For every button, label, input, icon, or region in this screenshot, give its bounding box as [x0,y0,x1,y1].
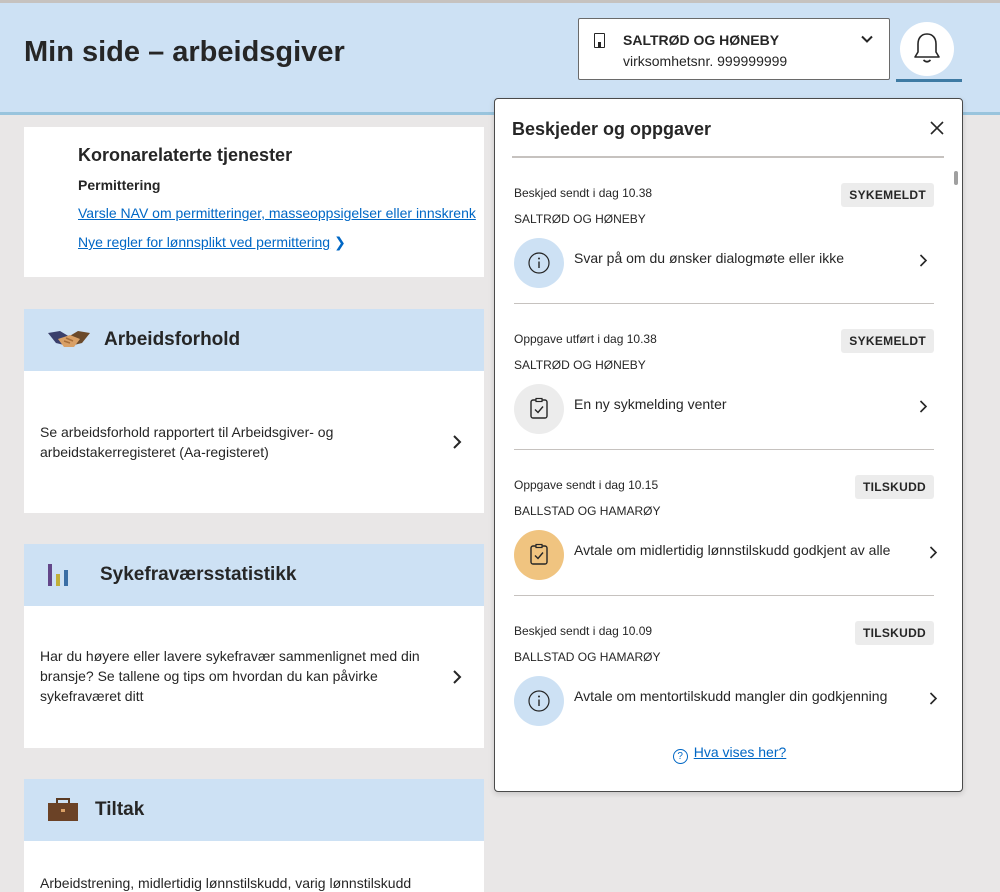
panel-body: Har du høyere eller lavere sykefravær sa… [24,606,484,748]
notification-icon-bg [514,676,564,726]
bar-chart-icon [48,564,68,586]
panel-header: Arbeidsforhold [24,309,484,371]
notification-item[interactable]: Beskjed sendt i dag 10.09 BALLSTAD OG HA… [514,596,938,733]
notification-icon-bg [514,238,564,288]
popover-title: Beskjeder og oppgaver [512,119,712,139]
notification-text: Avtale om midlertidig lønnstilskudd godk… [574,542,891,558]
notifications-button[interactable] [896,18,962,82]
lonnsplikt-link-label: Nye regler for lønnsplikt ved permitteri… [78,234,331,250]
notification-org: SALTRØD OG HØNEBY [514,212,646,226]
panel-header: Sykefraværsstatistikk [24,544,484,606]
category-badge: SYKEMELDT [841,329,934,353]
info-icon [528,252,550,274]
notification-text: En ny sykmelding venter [574,396,727,412]
chevron-right-icon [919,400,928,413]
notifications-popover: Beskjeder og oppgaver Beskjed sendt i da… [494,98,963,792]
task-icon [530,543,548,565]
corona-title: Koronarelaterte tjenester [78,145,293,165]
notification-item[interactable]: Oppgave utført i dag 10.38 SALTRØD OG HØ… [514,304,934,450]
organization-select[interactable]: SALTRØD OG HØNEBY virksomhetsnr. 9999999… [578,18,890,80]
task-done-icon [530,397,548,419]
chevron-right-icon [453,435,462,449]
notification-item[interactable]: Beskjed sendt i dag 10.38 SALTRØD OG HØN… [514,158,934,304]
organization-number: virksomhetsnr. 999999999 [623,53,788,69]
chevron-right-icon [929,546,938,559]
category-badge: TILSKUDD [854,621,934,645]
panel-body: Arbeidstrening, midlertidig lønnstilskud… [24,841,484,892]
active-indicator [896,79,962,82]
popover-footer: ? Hva vises her? [495,744,962,764]
notification-icon-bg [514,530,564,580]
building-icon [594,33,605,48]
permittering-varsel-link[interactable]: Varsle NAV om permitteringer, masseoppsi… [78,205,476,221]
chevron-right-icon [929,692,938,705]
chevron-right-icon [919,254,928,267]
bell-icon [914,33,940,63]
notification-text: Avtale om mentortilskudd mangler din god… [574,688,888,704]
panel-title: Tiltak [95,799,145,820]
handshake-icon [48,331,90,347]
help-link[interactable]: Hva vises her? [694,744,787,760]
panel-header: Tiltak [24,779,484,841]
panel-title: Sykefraværsstatistikk [100,564,297,585]
panel-body: Se arbeidsforhold rapportert til Arbeids… [24,371,484,513]
lonnsplikt-link[interactable]: Nye regler for lønnsplikt ved permitteri… [78,234,346,251]
notification-list: Beskjed sendt i dag 10.38 SALTRØD OG HØN… [495,158,962,733]
chevron-right-icon [453,670,462,684]
notification-meta: Beskjed sendt i dag 10.09 [514,624,653,638]
notifications-button-bg [900,22,954,76]
category-badge: SYKEMELDT [841,183,934,207]
page-title: Min side – arbeidsgiver [24,36,345,68]
notification-item[interactable]: Oppgave sendt i dag 10.15 BALLSTAD OG HA… [514,450,938,596]
category-badge: TILSKUDD [854,475,934,499]
help-icon: ? [672,749,688,764]
close-icon[interactable] [930,121,944,135]
notification-meta: Oppgave sendt i dag 10.15 [514,478,659,492]
arbeidsforhold-panel[interactable]: Arbeidsforhold Se arbeidsforhold rapport… [24,309,484,513]
notification-icon-bg [514,384,564,434]
notification-org: BALLSTAD OG HAMARØY [514,504,661,518]
notification-org: BALLSTAD OG HAMARØY [514,650,661,664]
notification-text: Svar på om du ønsker dialogmøte eller ik… [574,250,844,266]
organization-name: SALTRØD OG HØNEBY [623,32,780,48]
tiltak-panel[interactable]: Tiltak Arbeidstrening, midlertidig lønns… [24,779,484,892]
briefcase-icon [48,798,78,821]
panel-text: Har du høyere eller lavere sykefravær sa… [40,648,420,704]
notification-org: SALTRØD OG HØNEBY [514,358,646,372]
panel-title: Arbeidsforhold [104,329,241,350]
corona-subtitle: Permittering [78,177,161,193]
notification-meta: Oppgave utført i dag 10.38 [514,332,657,346]
sykefravaer-panel[interactable]: Sykefraværsstatistikk Har du høyere elle… [24,544,484,748]
info-icon [528,690,550,712]
chevron-down-icon [861,35,873,43]
corona-card: Koronarelaterte tjenester Permittering V… [24,127,484,277]
panel-text: Arbeidstrening, midlertidig lønnstilskud… [40,875,412,891]
panel-text: Se arbeidsforhold rapportert til Arbeids… [40,424,334,460]
notification-meta: Beskjed sendt i dag 10.38 [514,186,653,200]
chevron-right-icon: ❯ [334,234,346,250]
